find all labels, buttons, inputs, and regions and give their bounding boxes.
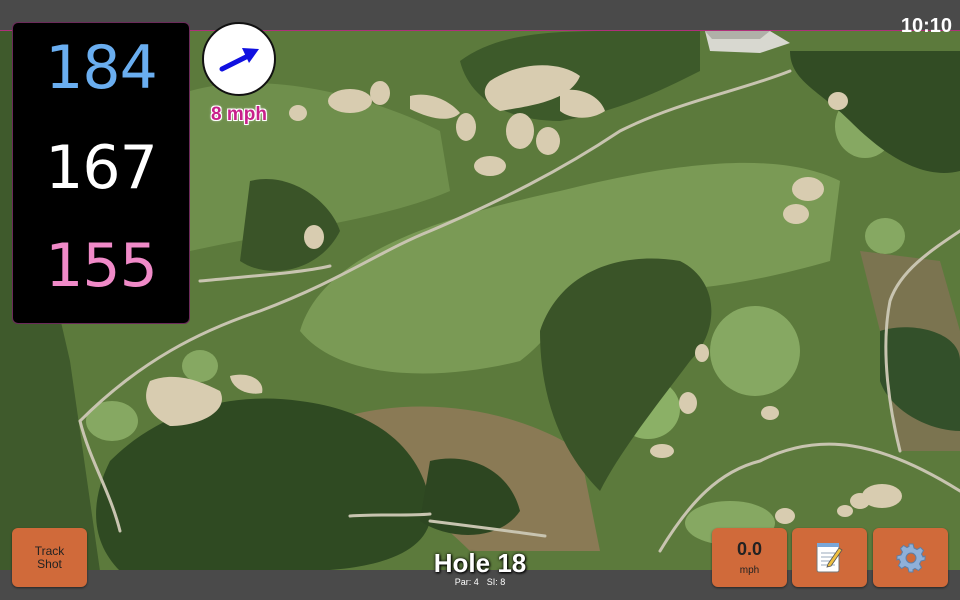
center-distance: 167: [45, 133, 158, 203]
track-shot-button[interactable]: Track Shot: [12, 528, 87, 587]
hole-info: Par: 4 SI: 8: [380, 577, 580, 587]
speed-button[interactable]: 0.0 mph: [712, 528, 787, 587]
status-clock: 10:10: [900, 15, 952, 37]
arrow-icon: [219, 48, 259, 72]
distance-panel[interactable]: 184 167 155: [12, 22, 190, 324]
hole-par: Par: 4: [454, 577, 479, 587]
speed-value: 0.0: [736, 539, 763, 559]
hole-si: SI: 8: [486, 577, 506, 587]
back-distance: 184: [45, 33, 158, 103]
settings-button[interactable]: [873, 528, 948, 587]
front-distance: 155: [45, 231, 158, 301]
wind-speed: 8 mph: [211, 104, 267, 125]
track-shot-line2: Shot: [37, 557, 62, 571]
track-shot-line1: Track: [34, 544, 65, 558]
wind-indicator[interactable]: [202, 22, 276, 96]
gear-icon: [896, 543, 926, 573]
track-shot-label: Track Shot: [12, 545, 87, 571]
notepad-icon: [816, 543, 843, 573]
speed-unit: mph: [739, 565, 760, 576]
hole-title: Hole 18: [433, 548, 527, 578]
notes-button[interactable]: [792, 528, 867, 587]
